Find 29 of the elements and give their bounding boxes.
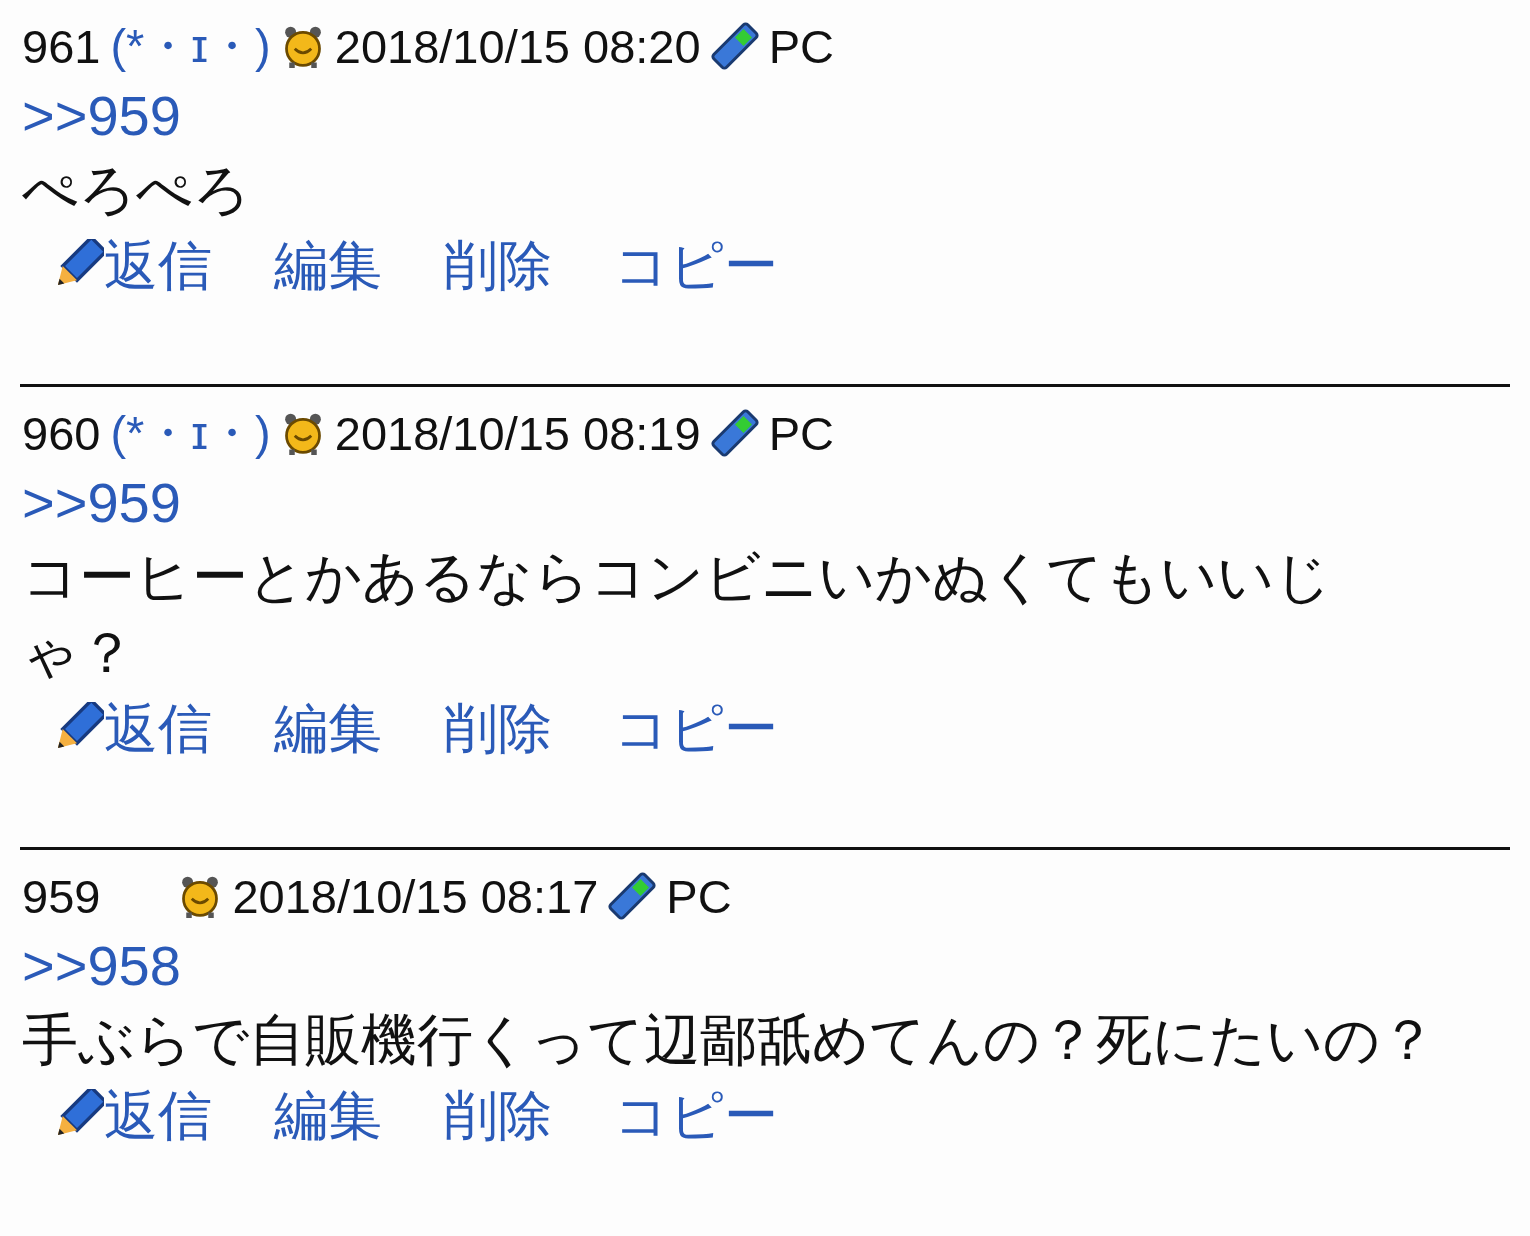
post-body: ぺろぺろ (22, 157, 251, 223)
action-link[interactable]: 削除 (444, 692, 552, 766)
reply-anchor-link[interactable]: >>959 (22, 80, 181, 152)
action-link[interactable]: 編集 (274, 1079, 382, 1153)
post-body: コーヒーとかあるならコンビニいかぬくてもいいじゃ？ (22, 544, 1332, 686)
action-link[interactable]: コピー (614, 1079, 778, 1153)
post-date: 2018/10/15 08:17 (232, 868, 599, 924)
reply-link[interactable]: 返信 (104, 1079, 212, 1153)
post-number: 961 (22, 18, 101, 74)
post-date: 2018/10/15 08:19 (334, 405, 701, 461)
device-label: PC (768, 405, 834, 461)
poster-name[interactable]: (*・ɪ・) (110, 401, 271, 465)
reply-anchor-link[interactable]: >>959 (22, 467, 181, 539)
device-label: PC (768, 18, 834, 74)
poster-name[interactable]: (*・ɪ・) (110, 14, 271, 78)
action-link[interactable]: コピー (614, 692, 778, 766)
action-link[interactable]: 編集 (274, 229, 382, 303)
reply-link[interactable]: 返信 (104, 692, 212, 766)
action-link[interactable]: 削除 (444, 229, 552, 303)
reply-anchor-link[interactable]: >>958 (22, 930, 181, 1002)
post-number: 960 (22, 405, 101, 461)
action-link[interactable]: 削除 (444, 1079, 552, 1153)
post-body: 手ぶらで自販機行くって辺鄙舐めてんの？死にたいの？ (22, 1007, 1437, 1073)
action-link[interactable]: コピー (614, 229, 778, 303)
post-date: 2018/10/15 08:20 (334, 18, 701, 74)
action-link[interactable]: 編集 (274, 692, 382, 766)
device-label: PC (666, 868, 732, 924)
reply-link[interactable]: 返信 (104, 229, 212, 303)
post-number: 959 (22, 868, 101, 924)
